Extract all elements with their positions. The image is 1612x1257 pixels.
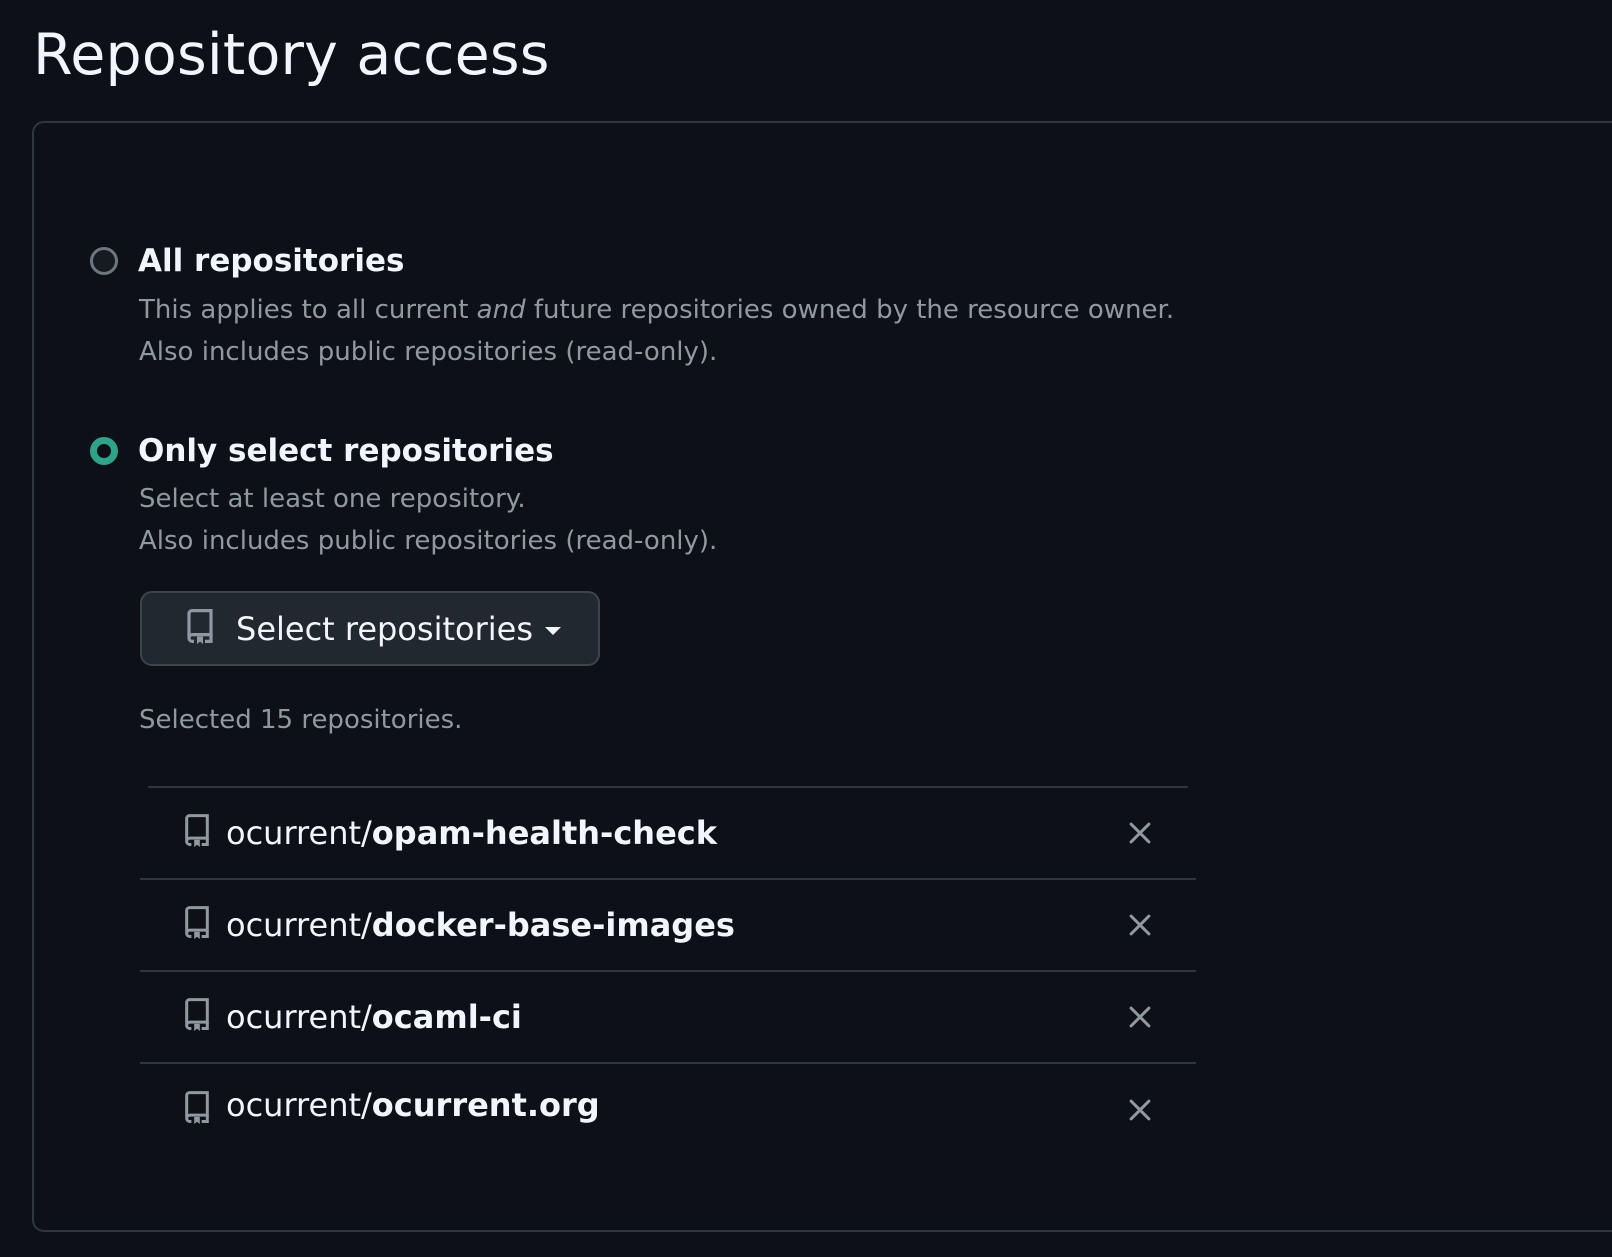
repo-name: docker-base-images (371, 906, 735, 944)
selected-count: Selected 15 repositories. (139, 705, 463, 735)
repo-icon (182, 1090, 212, 1124)
desc-text: future repositories owned by the resourc… (525, 295, 1175, 325)
page-title: Repository access (33, 22, 550, 88)
close-icon (1129, 1006, 1151, 1028)
repo-name: ocurrent.org (371, 1086, 600, 1124)
option-select-description: Select at least one repository. Also inc… (139, 478, 717, 562)
remove-repository-button[interactable] (1124, 1001, 1156, 1033)
repo-icon (182, 813, 212, 853)
repo-full-name: ocurrent/ocurrent.org (226, 1086, 600, 1124)
repo-icon (184, 608, 216, 650)
list-item: ocurrent/docker-base-images (140, 880, 1196, 972)
repo-full-name: ocurrent/docker-base-images (226, 906, 735, 944)
option-all-desc-line1: This applies to all current and future r… (139, 289, 1174, 331)
option-all-label[interactable]: All repositories (138, 243, 404, 279)
repo-separator: / (361, 1086, 372, 1124)
repo-name: opam-health-check (371, 814, 718, 852)
repository-access-page: Repository access All repositories This … (0, 0, 1612, 1257)
list-item: ocurrent/ocurrent.org (140, 1064, 1196, 1124)
list-item: ocurrent/ocaml-ci (140, 972, 1196, 1064)
chevron-down-icon (545, 626, 562, 635)
selected-repository-list: ocurrent/opam-health-check ocurrent/dock… (140, 786, 1196, 1124)
repo-owner: ocurrent (226, 814, 362, 852)
repo-owner: ocurrent (226, 1086, 362, 1124)
option-all-desc-line2: Also includes public repositories (read-… (139, 337, 718, 367)
option-select-repositories[interactable]: Only select repositories (90, 433, 554, 469)
repo-separator: / (361, 998, 372, 1036)
repo-separator: / (361, 814, 372, 852)
close-icon (1129, 914, 1151, 936)
repo-icon (182, 905, 212, 945)
radio-all-repositories[interactable] (90, 247, 118, 275)
repo-owner: ocurrent (226, 998, 362, 1036)
repo-name: ocaml-ci (371, 998, 522, 1036)
radio-select-repositories[interactable] (90, 437, 118, 465)
repo-separator: / (361, 906, 372, 944)
remove-repository-button[interactable] (1124, 817, 1156, 849)
remove-repository-button[interactable] (1124, 909, 1156, 941)
option-select-desc-line2: Also includes public repositories (read-… (139, 526, 718, 556)
remove-repository-button[interactable] (1124, 1094, 1156, 1124)
repo-icon (182, 997, 212, 1037)
repo-full-name: ocurrent/opam-health-check (226, 814, 717, 852)
select-repositories-label[interactable]: Select repositories (236, 610, 533, 648)
option-select-label[interactable]: Only select repositories (138, 433, 554, 469)
desc-emphasis: and (476, 295, 526, 325)
close-icon (1129, 1099, 1151, 1121)
close-icon (1129, 822, 1151, 844)
option-all-description: This applies to all current and future r… (139, 289, 1174, 373)
select-repositories-button[interactable]: Select repositories (140, 591, 600, 666)
repo-owner: ocurrent (226, 906, 362, 944)
desc-text: This applies to all current (139, 295, 477, 325)
option-select-desc-line1: Select at least one repository. (139, 484, 526, 514)
repo-full-name: ocurrent/ocaml-ci (226, 998, 522, 1036)
list-item: ocurrent/opam-health-check (140, 788, 1196, 880)
option-all-repositories[interactable]: All repositories (90, 243, 404, 279)
